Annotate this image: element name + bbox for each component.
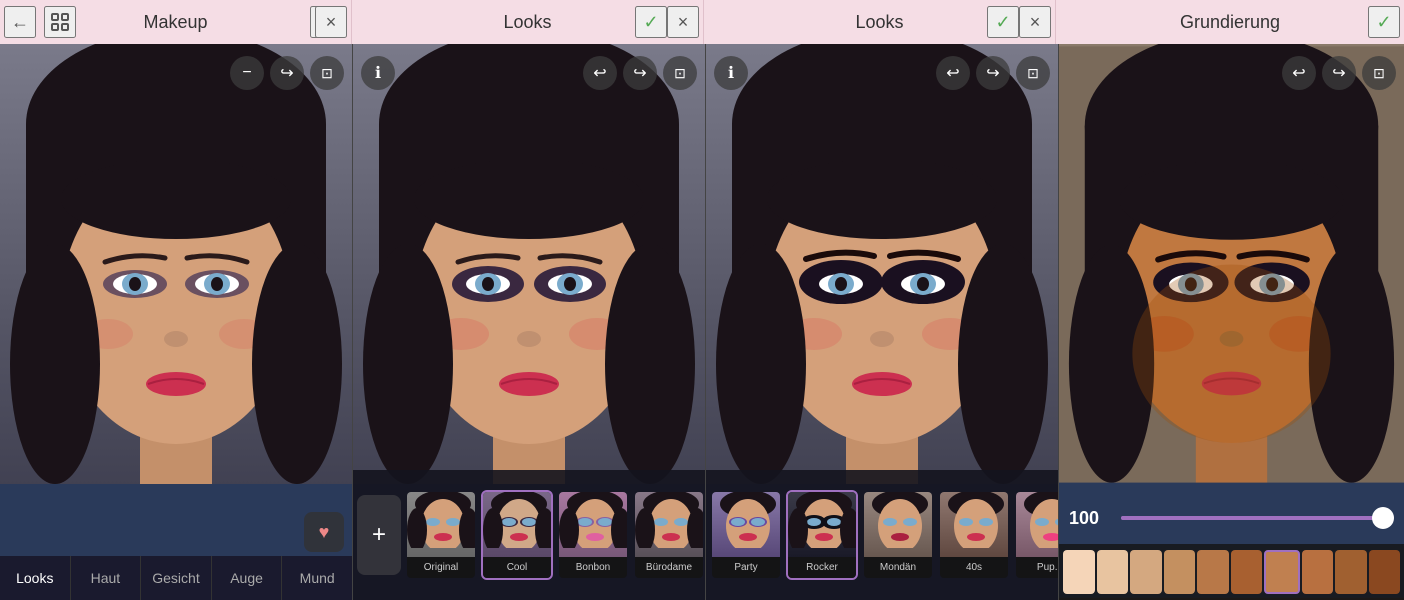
close-button-1[interactable]: ×: [315, 6, 347, 38]
undo-btn-4[interactable]: ↩: [1282, 56, 1316, 90]
header-section-makeup: ← Makeup ×: [0, 0, 352, 44]
photo-panel-rocker: ↩ ↪ ⊡ ℹ: [706, 44, 1058, 600]
header-section-looks-1: Looks ✓ ×: [352, 0, 704, 44]
minus-btn-1[interactable]: −: [230, 56, 264, 90]
slider-area: 100: [1059, 496, 1404, 540]
photo-controls-2-info: ℹ: [361, 56, 395, 90]
redo-btn-1[interactable]: ↪: [270, 56, 304, 90]
crop-btn-2[interactable]: ⊡: [663, 56, 697, 90]
swatch-8[interactable]: [1335, 550, 1367, 594]
look-label-cool: Cool: [483, 557, 551, 579]
photo-panel-original: − ↪ ⊡ ♥ Looks Haut Gesicht Auge Mund: [0, 44, 352, 600]
crop-btn-4[interactable]: ⊡: [1362, 56, 1396, 90]
slider-track[interactable]: [1121, 516, 1394, 520]
looks-row-2: Party: [706, 470, 1058, 600]
look-label-pup: Pup...: [1016, 557, 1058, 579]
look-party[interactable]: Party: [710, 490, 782, 580]
check-button-2[interactable]: ✓: [635, 6, 667, 38]
swatch-4[interactable]: [1197, 550, 1229, 594]
photo-panel-grundierung: ↩ ↪ ⊡ 100: [1059, 44, 1404, 600]
bottom-tabs: Looks Haut Gesicht Auge Mund: [0, 556, 352, 600]
undo-btn-3[interactable]: ↩: [936, 56, 970, 90]
header-bar: ← Makeup × Looks ✓ × Looks ✓ ×: [0, 0, 1404, 44]
looks-strip: + Original: [353, 470, 705, 600]
look-pup[interactable]: Pup...: [1014, 490, 1058, 580]
look-cool[interactable]: Cool: [481, 490, 553, 580]
look-label-party: Party: [712, 557, 780, 579]
crop-btn-1[interactable]: ⊡: [310, 56, 344, 90]
look-label-bonbon: Bonbon: [559, 557, 627, 579]
look-label-40s: 40s: [940, 557, 1008, 579]
look-rocker[interactable]: Rocker: [786, 490, 858, 580]
look-burodame[interactable]: Bürodame: [633, 490, 705, 580]
swatch-1[interactable]: [1097, 550, 1129, 594]
swatch-5[interactable]: [1231, 550, 1263, 594]
grid-button[interactable]: [44, 6, 76, 38]
photo-controls-3-info: ℹ: [714, 56, 748, 90]
look-mondan[interactable]: Mondän: [862, 490, 934, 580]
look-label-original: Original: [407, 557, 475, 579]
heart-button[interactable]: ♥: [304, 512, 344, 552]
look-label-burodame: Bürodame: [635, 557, 703, 579]
check-button-3[interactable]: ✓: [987, 6, 1019, 38]
tab-haut[interactable]: Haut: [71, 556, 142, 600]
grundierung-title: Grundierung: [1180, 12, 1280, 33]
redo-btn-3[interactable]: ↪: [976, 56, 1010, 90]
slider-fill: [1121, 516, 1389, 520]
close-button-2[interactable]: ×: [667, 6, 699, 38]
header-section-grundierung: Grundierung ✓: [1056, 0, 1404, 44]
swatch-6[interactable]: [1264, 550, 1300, 594]
redo-btn-4[interactable]: ↪: [1322, 56, 1356, 90]
photo-controls-1: − ↪ ⊡: [230, 56, 344, 90]
look-bonbon[interactable]: Bonbon: [557, 490, 629, 580]
header-section-looks-2: Looks ✓ ×: [704, 0, 1056, 44]
undo-btn-2[interactable]: ↩: [583, 56, 617, 90]
looks-strip-2: Party: [706, 470, 1058, 600]
looks-title-1: Looks: [503, 12, 551, 33]
check-button-4[interactable]: ✓: [1368, 6, 1400, 38]
tab-mund[interactable]: Mund: [282, 556, 352, 600]
look-original[interactable]: Original: [405, 490, 477, 580]
photo-controls-4: ↩ ↪ ⊡: [1282, 56, 1396, 90]
photo-controls-3: ↩ ↪ ⊡: [936, 56, 1050, 90]
add-look-button[interactable]: +: [357, 495, 401, 575]
tab-gesicht[interactable]: Gesicht: [141, 556, 212, 600]
tab-looks[interactable]: Looks: [0, 556, 71, 600]
tab-auge[interactable]: Auge: [212, 556, 283, 600]
back-button[interactable]: ←: [4, 6, 36, 38]
look-40s[interactable]: 40s: [938, 490, 1010, 580]
info-btn-3[interactable]: ℹ: [714, 56, 748, 90]
swatch-9[interactable]: [1369, 550, 1401, 594]
look-label-mondan: Mondän: [864, 557, 932, 579]
main-content: − ↪ ⊡ ♥ Looks Haut Gesicht Auge Mund: [0, 44, 1404, 600]
swatch-3[interactable]: [1164, 550, 1196, 594]
look-label-rocker: Rocker: [788, 557, 856, 579]
looks-row: + Original: [353, 470, 705, 600]
redo-btn-2[interactable]: ↪: [623, 56, 657, 90]
photo-panel-cool: ↩ ↪ ⊡ ℹ +: [353, 44, 705, 600]
photo-controls-2: ↩ ↪ ⊡: [583, 56, 697, 90]
swatch-7[interactable]: [1302, 550, 1334, 594]
close-button-3[interactable]: ×: [1019, 6, 1051, 38]
looks-title-2: Looks: [855, 12, 903, 33]
info-btn-2[interactable]: ℹ: [361, 56, 395, 90]
swatch-0[interactable]: [1063, 550, 1095, 594]
slider-value: 100: [1069, 508, 1109, 529]
slider-thumb[interactable]: [1372, 507, 1394, 529]
makeup-title: Makeup: [143, 12, 207, 33]
color-swatches: [1059, 544, 1404, 600]
crop-btn-3[interactable]: ⊡: [1016, 56, 1050, 90]
swatch-2[interactable]: [1130, 550, 1162, 594]
